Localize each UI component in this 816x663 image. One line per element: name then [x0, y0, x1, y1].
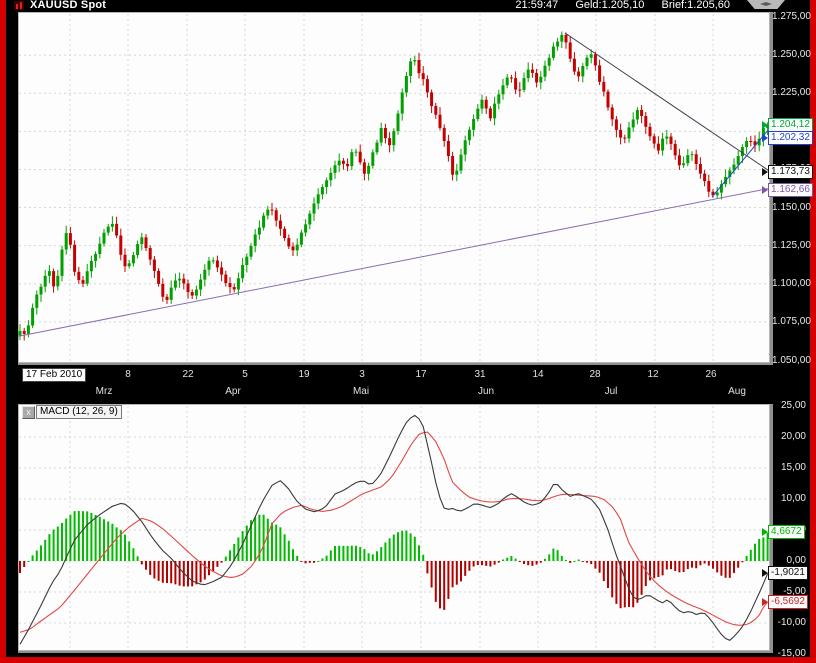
month-axis-tick: Apr — [225, 386, 241, 397]
quote-strip: 21:59:47 Geld:1.205,10 Brief:1.205,60 — [501, 0, 730, 11]
date-axis-tick: 5 — [242, 369, 248, 380]
macd-axis-tick: 20,00 — [780, 431, 806, 442]
month-axis-tick: Mrz — [95, 386, 113, 397]
chart-window: XAUUSD Spot 21:59:47 Geld:1.205,10 Brief… — [0, 0, 816, 663]
month-axis-tick: Jun — [477, 386, 495, 397]
macd-value-marker: -6,5692 — [768, 595, 808, 609]
grid-layer — [19, 406, 769, 649]
date-axis-tick: 31 — [474, 369, 486, 380]
trendlines — [18, 32, 770, 337]
month-axis-tick: Jul — [604, 386, 618, 397]
macd-value-marker: 4,6672 — [768, 525, 805, 539]
date-axis-tick: 8 — [125, 369, 131, 380]
price-marker: 1.173,73 — [768, 165, 813, 179]
window-border-bottom — [0, 657, 816, 663]
ask-price: Brief:1.205,60 — [661, 0, 731, 11]
date-axis-tick: 28 — [589, 369, 601, 380]
grid-layer — [19, 14, 769, 361]
macd-axis-tick: -15,00 — [777, 648, 806, 659]
price-chart-panel[interactable] — [18, 12, 770, 363]
long-term-support — [18, 187, 770, 337]
symbol-title: XAUUSD Spot — [30, 0, 107, 11]
price-axis-tick: 1.075,00 — [772, 316, 811, 327]
clock-time: 21:59:47 — [515, 0, 559, 11]
macd-chart[interactable] — [18, 404, 770, 651]
window-border-right — [810, 0, 816, 663]
price-axis-tick: 1.100,00 — [772, 278, 811, 289]
price-axis-tick: 1.125,00 — [772, 240, 811, 251]
macd-axis-tick: 15,00 — [780, 462, 806, 473]
macd-axis-tick: 25,00 — [780, 400, 806, 411]
month-axis-tick: Mai — [352, 386, 370, 397]
chart-icon — [14, 1, 24, 10]
price-axis-tick: 1.250,00 — [772, 49, 811, 60]
panel-edge — [18, 651, 773, 653]
price-marker: 1.202,32 — [768, 131, 813, 145]
date-axis-tick: 3 — [359, 369, 365, 380]
panel-edge — [18, 363, 773, 365]
date-axis-tick: 19 — [298, 369, 310, 380]
macd-axis-tick: -10,00 — [777, 617, 806, 628]
month-axis-tick: Aug — [728, 386, 746, 397]
macd-value-marker: -1,9021 — [768, 566, 808, 580]
price-axis-tick: 1.275,00 — [772, 11, 811, 22]
date-axis-tick: 17 — [415, 369, 427, 380]
panel-collapse-handle[interactable] — [747, 0, 785, 9]
close-icon[interactable]: x — [22, 406, 35, 419]
bid-price: Geld:1.205,10 — [575, 0, 645, 11]
price-axis-tick: 1.050,00 — [772, 355, 811, 366]
date-axis-tick: 14 — [532, 369, 544, 380]
macd-settings-label: MACD (12, 26, 9) — [36, 405, 122, 419]
date-axis-tick: 12 — [647, 369, 659, 380]
price-axis-tick: 1.150,00 — [772, 202, 811, 213]
price-marker: 1.204,12 — [768, 118, 813, 132]
macd-axis-tick: 10,00 — [780, 493, 806, 504]
candles — [18, 31, 770, 341]
collapse-arrow-icon — [760, 2, 772, 6]
window-border-left — [0, 0, 6, 663]
price-marker: 1.162,66 — [768, 183, 813, 197]
title-bar: XAUUSD Spot 21:59:47 Geld:1.205,10 Brief… — [6, 0, 810, 12]
macd-indicator-panel[interactable] — [18, 404, 770, 651]
date-axis-tick: 26 — [705, 369, 717, 380]
date-axis-tick: 22 — [182, 369, 194, 380]
price-axis-tick: 1.225,00 — [772, 87, 811, 98]
first-date-label: 17 Feb 2010 — [22, 368, 87, 382]
candlestick-chart[interactable] — [18, 12, 770, 363]
